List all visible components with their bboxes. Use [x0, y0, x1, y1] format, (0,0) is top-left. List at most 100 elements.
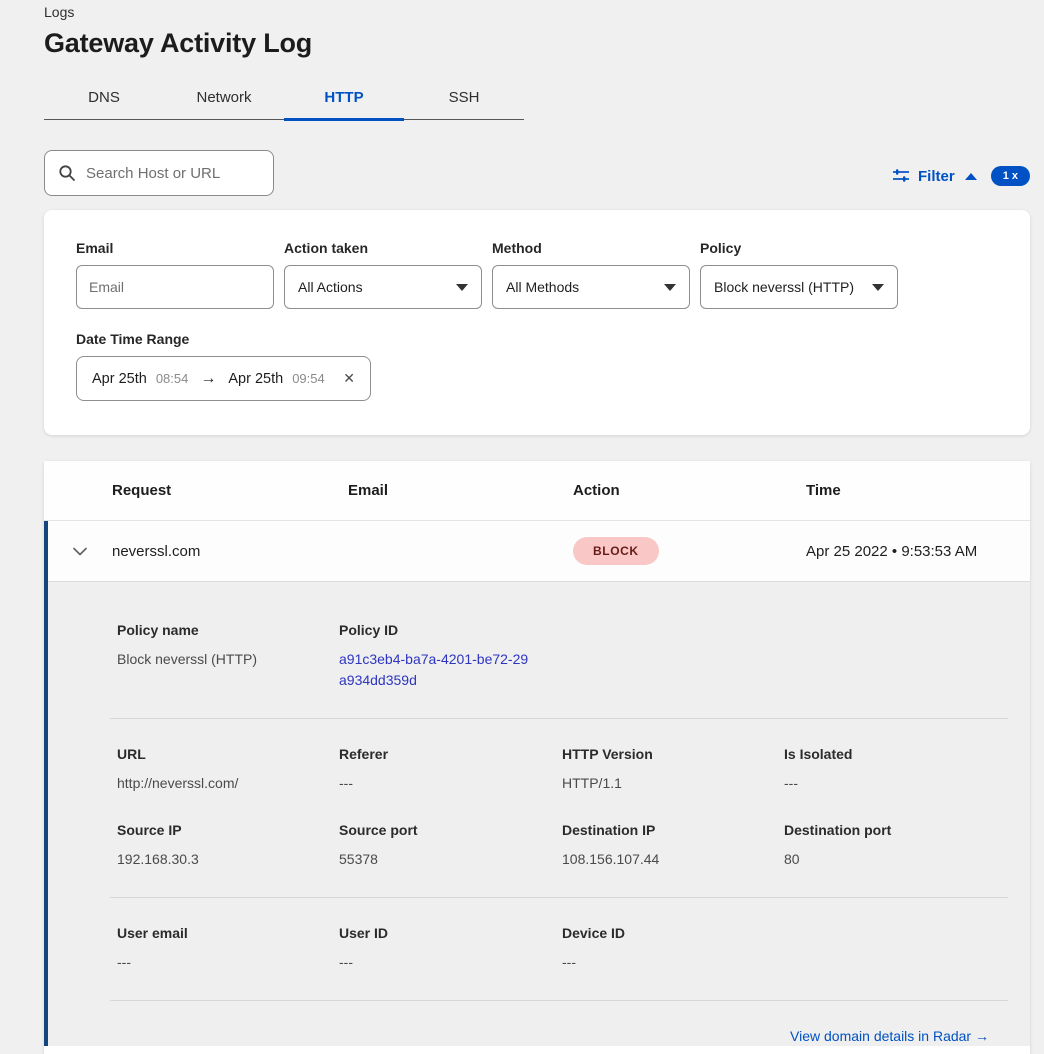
user-id-field: User ID ---	[339, 925, 562, 973]
http-section-row1: URL http://neverssl.com/ Referer --- HTT…	[117, 746, 1008, 794]
column-header-request: Request	[112, 482, 348, 499]
email-filter-label: Email	[76, 240, 274, 256]
clear-date-range-icon[interactable]: ✕	[343, 370, 355, 387]
action-taken-field: Action taken All Actions	[284, 240, 482, 309]
policy-select[interactable]: Block neverssl (HTTP)	[700, 265, 898, 309]
action-taken-value: All Actions	[298, 279, 363, 295]
filter-controls: Filter 1 x	[892, 166, 1030, 196]
url-label: URL	[117, 746, 339, 762]
is-isolated-label: Is Isolated	[784, 746, 1008, 762]
destination-port-value: 80	[784, 849, 1008, 870]
tab-bar: DNS Network HTTP SSH	[44, 79, 524, 120]
device-id-label: Device ID	[562, 925, 784, 941]
method-label: Method	[492, 240, 690, 256]
policy-name-label: Policy name	[117, 622, 339, 638]
policy-label: Policy	[700, 240, 898, 256]
row-expand-toggle[interactable]	[48, 547, 112, 556]
policy-name-field: Policy name Block neverssl (HTTP)	[117, 622, 339, 691]
row-action: BLOCK	[573, 537, 806, 565]
table-row[interactable]: neverssl.com BLOCK Apr 25 2022 • 9:53:53…	[48, 521, 1030, 581]
referer-label: Referer	[339, 746, 562, 762]
method-field: Method All Methods	[492, 240, 690, 309]
source-port-value: 55378	[339, 849, 562, 870]
policy-id-label: Policy ID	[339, 622, 562, 638]
source-ip-field: Source IP 192.168.30.3	[117, 822, 339, 870]
is-isolated-value: ---	[784, 773, 1008, 794]
user-id-value: ---	[339, 952, 562, 973]
policy-id-field: Policy ID a91c3eb4-ba7a-4201-be72-29a934…	[339, 622, 562, 691]
action-taken-select[interactable]: All Actions	[284, 265, 482, 309]
activity-log-table: Request Email Action Time neverssl.com B…	[44, 461, 1030, 1054]
email-filter-field: Email	[76, 240, 274, 309]
tab-ssh[interactable]: SSH	[404, 79, 524, 119]
divider	[110, 1000, 1008, 1001]
source-ip-value: 192.168.30.3	[117, 849, 339, 870]
policy-field: Policy Block neverssl (HTTP)	[700, 240, 898, 309]
chevron-down-icon	[456, 284, 468, 291]
row-request: neverssl.com	[112, 543, 348, 560]
source-ip-label: Source IP	[117, 822, 339, 838]
filter-toggle-button[interactable]: Filter	[918, 168, 955, 185]
column-header-time: Time	[806, 482, 1030, 499]
column-header-action: Action	[573, 482, 806, 499]
column-header-email: Email	[348, 482, 573, 499]
policy-name-value: Block neverssl (HTTP)	[117, 649, 339, 670]
http-version-field: HTTP Version HTTP/1.1	[562, 746, 784, 794]
user-id-label: User ID	[339, 925, 562, 941]
filter-count-badge[interactable]: 1 x	[991, 166, 1030, 186]
chevron-down-icon	[664, 284, 676, 291]
divider	[110, 897, 1008, 898]
table-header: Request Email Action Time	[44, 461, 1030, 521]
page-title: Gateway Activity Log	[44, 28, 1030, 59]
block-status-badge: BLOCK	[573, 537, 659, 565]
email-filter-input[interactable]	[76, 265, 274, 309]
device-id-value: ---	[562, 952, 784, 973]
user-email-label: User email	[117, 925, 339, 941]
method-value: All Methods	[506, 279, 579, 295]
breadcrumb[interactable]: Logs	[44, 4, 1030, 20]
toolbar: Filter 1 x	[44, 150, 1030, 196]
source-port-field: Source port 55378	[339, 822, 562, 870]
start-time[interactable]: 08:54	[156, 371, 189, 386]
start-date[interactable]: Apr 25th	[92, 371, 147, 387]
date-range-picker[interactable]: Apr 25th 08:54 → Apr 25th 09:54 ✕	[76, 356, 371, 401]
arrow-right-icon: →	[197, 370, 219, 388]
arrow-right-icon: →	[975, 1028, 989, 1044]
search-input[interactable]	[86, 165, 260, 182]
destination-port-field: Destination port 80	[784, 822, 1008, 870]
end-time[interactable]: 09:54	[292, 371, 325, 386]
url-value: http://neverssl.com/	[117, 773, 339, 794]
chevron-down-icon	[73, 547, 87, 556]
tab-network[interactable]: Network	[164, 79, 284, 119]
end-date[interactable]: Apr 25th	[228, 371, 283, 387]
referer-field: Referer ---	[339, 746, 562, 794]
action-taken-label: Action taken	[284, 240, 482, 256]
is-isolated-field: Is Isolated ---	[784, 746, 1008, 794]
method-select[interactable]: All Methods	[492, 265, 690, 309]
search-box[interactable]	[44, 150, 274, 196]
radar-link-text: View domain details in Radar	[790, 1028, 971, 1044]
divider	[110, 718, 1008, 719]
url-field: URL http://neverssl.com/	[117, 746, 339, 794]
date-range-field: Date Time Range Apr 25th 08:54 → Apr 25t…	[76, 331, 1030, 401]
radar-link-row: View domain details in Radar →	[117, 1028, 1008, 1046]
destination-ip-value: 108.156.107.44	[562, 849, 784, 870]
policy-value: Block neverssl (HTTP)	[714, 279, 854, 295]
tab-http[interactable]: HTTP	[284, 79, 404, 119]
http-version-label: HTTP Version	[562, 746, 784, 762]
chevron-up-icon[interactable]	[965, 173, 977, 180]
date-range-label: Date Time Range	[76, 331, 1030, 347]
network-section: Source IP 192.168.30.3 Source port 55378…	[117, 822, 1008, 870]
row-details-panel: Policy name Block neverssl (HTTP) Policy…	[48, 581, 1030, 1046]
source-port-label: Source port	[339, 822, 562, 838]
tab-dns[interactable]: DNS	[44, 79, 164, 119]
destination-ip-label: Destination IP	[562, 822, 784, 838]
destination-port-label: Destination port	[784, 822, 1008, 838]
policy-section: Policy name Block neverssl (HTTP) Policy…	[117, 622, 1008, 691]
filter-icon	[892, 168, 910, 184]
radar-details-link[interactable]: View domain details in Radar →	[790, 1028, 989, 1044]
user-email-field: User email ---	[117, 925, 339, 973]
referer-value: ---	[339, 773, 562, 794]
policy-id-link[interactable]: a91c3eb4-ba7a-4201-be72-29a934dd359d	[339, 649, 535, 691]
page-content: Logs Gateway Activity Log DNS Network HT…	[0, 0, 1044, 1054]
